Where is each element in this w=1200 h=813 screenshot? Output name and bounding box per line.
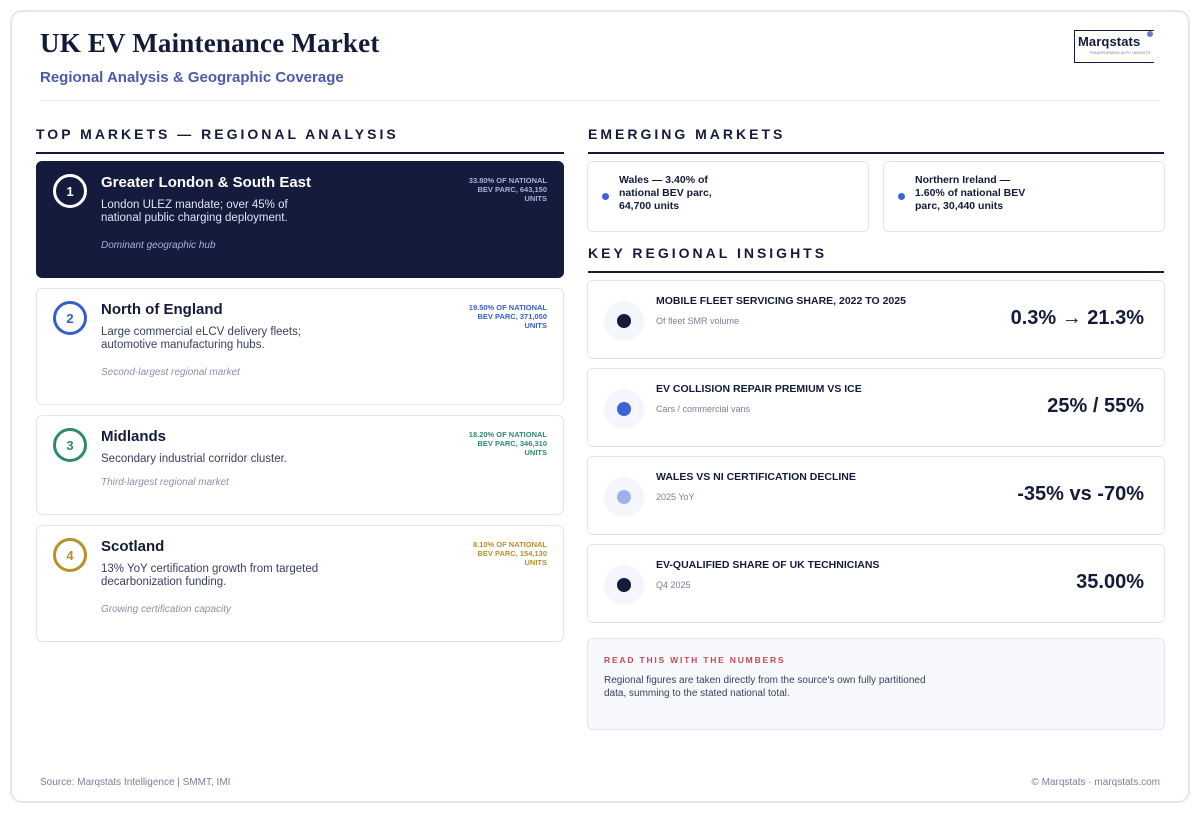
note-text: Regional figures are taken directly from… [604, 675, 926, 699]
market-name: Midlands [101, 428, 167, 445]
insight-label: EV COLLISION REPAIR PREMIUM VS ICE [656, 383, 862, 395]
emerging-markets-rule [588, 152, 1164, 154]
logo-tagline: TRANSFORMING AUTO INSIGHTS [1089, 51, 1151, 55]
rank-badge: 4 [53, 538, 87, 572]
indicator-dot-icon [617, 402, 631, 416]
methodology-note: READ THIS WITH THE NUMBERS Regional figu… [587, 638, 1165, 730]
emerging-card-northern-ireland: Northern Ireland — 1.60% of national BEV… [883, 161, 1165, 232]
insight-sublabel: Of fleet SMR volume [656, 316, 740, 326]
emerging-market-text: Wales — 3.40% of national BEV parc, 64,7… [619, 174, 712, 212]
logo-wordmark: Marqstats [1078, 34, 1141, 49]
market-description: Secondary industrial corridor cluster. [101, 453, 287, 465]
market-note: Third-largest regional market [101, 477, 229, 488]
insight-card-certification-decline: WALES VS NI CERTIFICATION DECLINE 2025 Y… [587, 456, 1165, 535]
insights-heading: KEY REGIONAL INSIGHTS [588, 245, 828, 261]
bullet-dot-icon [898, 193, 905, 200]
marqstats-logo: Marqstats TRANSFORMING AUTO INSIGHTS [1074, 30, 1154, 63]
market-card-north-of-england: 2 North of England Large commercial eLCV… [36, 288, 564, 405]
insight-card-collision-repair: EV COLLISION REPAIR PREMIUM VS ICE Cars … [587, 368, 1165, 447]
logo-dot-icon [1147, 31, 1153, 37]
market-share: 33.80% OF NATIONAL BEV PARC, 643,150 UNI… [468, 176, 547, 203]
market-card-midlands: 3 Midlands Secondary industrial corridor… [36, 415, 564, 515]
rank-badge: 2 [53, 301, 87, 335]
market-description: London ULEZ mandate; over 45% of nationa… [101, 199, 288, 224]
market-note: Dominant geographic hub [101, 240, 216, 251]
insight-value: -35% vs -70% [1017, 483, 1144, 505]
top-markets-rule [36, 152, 564, 154]
insight-label: WALES VS NI CERTIFICATION DECLINE [656, 471, 856, 483]
indicator-dot-icon [617, 490, 631, 504]
insight-card-mobile-fleet: MOBILE FLEET SERVICING SHARE, 2022 TO 20… [587, 280, 1165, 359]
market-share: 8.10% OF NATIONAL BEV PARC, 154,130 UNIT… [472, 540, 547, 567]
bullet-dot-icon [602, 193, 609, 200]
insight-sublabel: 2025 YoY [656, 492, 695, 502]
insight-value: 25% / 55% [1047, 395, 1144, 417]
market-description: 13% YoY certification growth from target… [101, 563, 319, 588]
page-header: UK EV Maintenance Market Regional Analys… [40, 28, 380, 86]
note-title: READ THIS WITH THE NUMBERS [604, 655, 786, 665]
rank-badge: 3 [53, 428, 87, 462]
market-note: Second-largest regional market [101, 367, 240, 378]
market-description: Large commercial eLCV delivery fleets; a… [101, 326, 302, 351]
emerging-card-wales: Wales — 3.40% of national BEV parc, 64,7… [587, 161, 869, 232]
page-title: UK EV Maintenance Market [40, 28, 380, 58]
insight-value: 0.3% → 21.3% [1010, 307, 1144, 329]
insight-card-ev-technicians: EV-QUALIFIED SHARE OF UK TECHNICIANS Q4 … [587, 544, 1165, 623]
page-subtitle: Regional Analysis & Geographic Coverage [40, 69, 344, 86]
market-share: 18.20% OF NATIONAL BEV PARC, 346,310 UNI… [468, 430, 547, 457]
insight-label: EV-QUALIFIED SHARE OF UK TECHNICIANS [656, 559, 880, 571]
rank-badge: 1 [53, 174, 87, 208]
indicator-dot-icon [617, 578, 631, 592]
insight-value: 35.00% [1076, 571, 1144, 593]
insight-sublabel: Cars / commercial vans [656, 404, 751, 414]
market-card-greater-london: 1 Greater London & South East London ULE… [36, 161, 564, 278]
header-divider [40, 100, 1160, 101]
insight-sublabel: Q4 2025 [656, 580, 691, 590]
top-markets-heading: TOP MARKETS — REGIONAL ANALYSIS [36, 126, 399, 142]
emerging-markets-heading: EMERGING MARKETS [588, 126, 786, 142]
market-card-scotland: 4 Scotland 13% YoY certification growth … [36, 525, 564, 642]
indicator-dot-icon [617, 314, 631, 328]
footer-copyright: © Marqstats · marqstats.com [1031, 777, 1160, 788]
emerging-market-text: Northern Ireland — 1.60% of national BEV… [915, 174, 1026, 212]
market-name: North of England [101, 301, 223, 318]
insight-label: MOBILE FLEET SERVICING SHARE, 2022 TO 20… [656, 295, 906, 307]
footer-source: Source: Marqstats Intelligence | SMMT, I… [40, 777, 231, 788]
market-name: Scotland [101, 538, 165, 555]
market-name: Greater London & South East [101, 174, 312, 191]
market-note: Growing certification capacity [101, 604, 232, 615]
insights-rule [588, 271, 1164, 273]
market-share: 19.50% OF NATIONAL BEV PARC, 371,050 UNI… [468, 303, 547, 330]
